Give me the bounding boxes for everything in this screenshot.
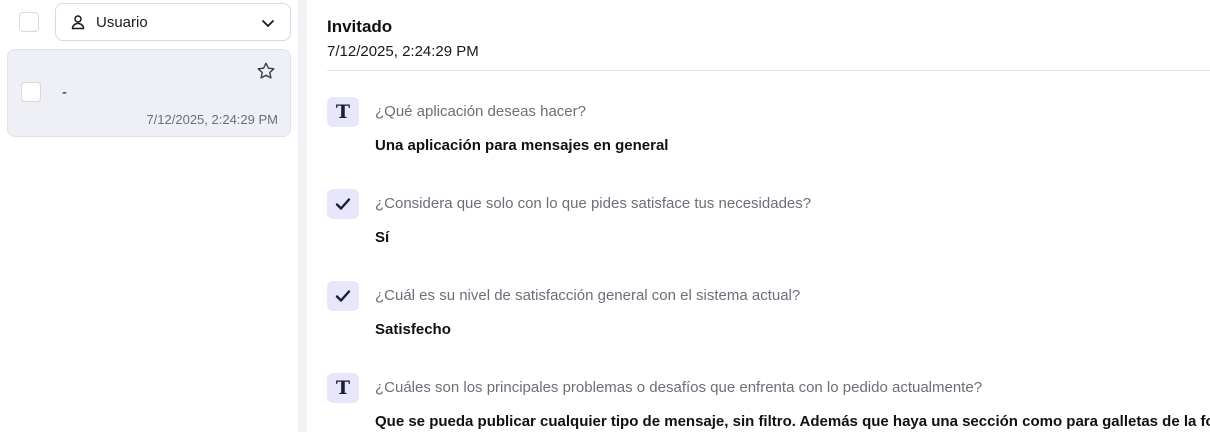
qa-item: ¿Cuál es su nivel de satisfacción genera… — [327, 281, 1210, 361]
app: Usuario - 7/12/2025, 2:24:29 PM Invitado… — [0, 0, 1210, 432]
qa-item: ¿Considera que solo con lo que pides sat… — [327, 189, 1210, 269]
header-divider — [327, 70, 1210, 71]
chevron-down-icon — [260, 15, 276, 31]
answer-text: Satisfecho — [375, 321, 451, 338]
submitted-timestamp: 7/12/2025, 2:24:29 PM — [327, 43, 479, 60]
answer-text: Que se pueda publicar cualquier tipo de … — [375, 413, 1210, 430]
text-type-icon: T — [327, 97, 359, 127]
filter-select[interactable]: Usuario — [55, 3, 291, 41]
qa-item: T ¿Cuáles son los principales problemas … — [327, 373, 1210, 432]
qa-item: T ¿Qué aplicación deseas hacer? Una apli… — [327, 97, 1210, 177]
respondent-name: Invitado — [327, 17, 393, 36]
panel-divider[interactable] — [298, 0, 307, 432]
user-icon — [70, 14, 86, 30]
question-text: ¿Qué aplicación deseas hacer? — [375, 103, 586, 120]
sidebar: Usuario - 7/12/2025, 2:24:29 PM — [0, 0, 298, 432]
conversation-timestamp: 7/12/2025, 2:24:29 PM — [146, 112, 278, 127]
question-text: ¿Cuál es su nivel de satisfacción genera… — [375, 287, 801, 304]
response-detail: Invitado 7/12/2025, 2:24:29 PM T ¿Qué ap… — [307, 0, 1210, 432]
check-icon — [327, 189, 359, 219]
filter-label: Usuario — [96, 13, 148, 31]
text-type-icon: T — [327, 373, 359, 403]
check-icon — [327, 281, 359, 311]
star-icon[interactable] — [256, 61, 276, 81]
select-all-checkbox[interactable] — [19, 12, 39, 32]
conversation-item[interactable]: - 7/12/2025, 2:24:29 PM — [7, 49, 291, 137]
answer-text: Una aplicación para mensajes en general — [375, 137, 669, 154]
conversation-title: - — [62, 84, 67, 101]
question-text: ¿Considera que solo con lo que pides sat… — [375, 195, 812, 212]
question-text: ¿Cuáles son los principales problemas o … — [375, 379, 983, 396]
answer-text: Sí — [375, 229, 390, 246]
conversation-checkbox[interactable] — [21, 82, 41, 102]
